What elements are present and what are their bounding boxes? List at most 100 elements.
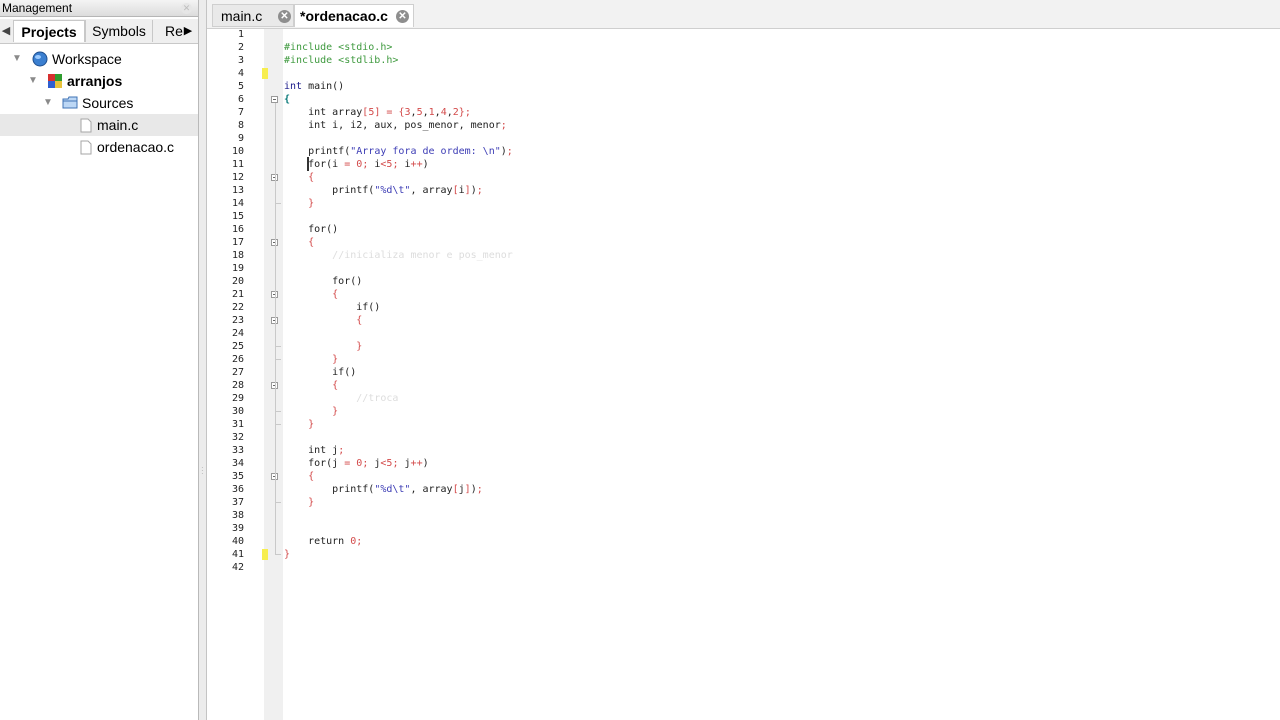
code-editor[interactable] — [283, 29, 1280, 720]
fold-end-mark — [275, 411, 281, 412]
line-number: 24 — [231, 328, 244, 339]
code-line[interactable]: if() — [284, 366, 356, 379]
code-line[interactable]: return 0; — [284, 535, 362, 548]
editor-tab-bar: main.c ✕ *ordenacao.c ✕ — [207, 0, 1280, 29]
tree-item-workspace[interactable]: ▼ Workspace — [0, 48, 198, 70]
expand-arrow-icon[interactable]: ▼ — [43, 92, 53, 114]
marker-margin — [264, 29, 283, 720]
code-line[interactable]: int i, i2, aux, pos_menor, menor; — [284, 119, 507, 132]
line-number: 36 — [231, 484, 244, 495]
expand-arrow-icon[interactable]: ▼ — [12, 48, 22, 70]
code-line[interactable]: //inicializa menor e pos_menor — [284, 249, 513, 262]
panel-splitter[interactable] — [199, 0, 207, 720]
line-number: 13 — [231, 185, 244, 196]
tree-item-sources[interactable]: ▼ Sources — [0, 92, 198, 114]
code-line[interactable]: { — [284, 470, 314, 483]
file-icon — [80, 140, 92, 155]
code-line[interactable]: } — [284, 197, 314, 210]
tab-symbols[interactable]: Symbols — [85, 20, 152, 42]
close-tab-icon[interactable]: ✕ — [278, 10, 291, 23]
line-number: 31 — [231, 419, 244, 430]
fold-end-mark — [275, 203, 281, 204]
close-icon[interactable]: ✕ — [181, 3, 192, 14]
folder-icon — [62, 96, 78, 109]
fold-end-mark — [275, 359, 281, 360]
tree-item-label: main.c — [97, 117, 139, 133]
code-line[interactable]: } — [284, 353, 338, 366]
code-line[interactable]: { — [284, 288, 338, 301]
text-cursor — [307, 157, 309, 171]
management-panel: Management ✕ ◀ Projects Symbols Re ▶ ▼ W… — [0, 0, 199, 720]
tree-item-label: ordenacao.c — [97, 139, 175, 155]
line-number: 32 — [231, 432, 244, 443]
tree-item-arranjos[interactable]: ▼ arranjos — [0, 70, 198, 92]
fold-end-mark — [275, 502, 281, 503]
code-line[interactable]: printf("%d\t", array[j]); — [284, 483, 483, 496]
change-marker — [262, 549, 268, 560]
management-title-label: Management — [2, 1, 73, 15]
tab-label: main.c — [221, 8, 263, 24]
line-number: 5 — [237, 81, 244, 92]
code-line[interactable]: for() — [284, 275, 362, 288]
code-line[interactable]: for() — [284, 223, 338, 236]
line-number: 41 — [231, 549, 244, 560]
tab-ordenacao-c[interactable]: *ordenacao.c ✕ — [294, 4, 414, 27]
tree-item-label: arranjos — [67, 73, 123, 89]
fold-toggle-icon[interactable] — [271, 96, 278, 103]
code-line[interactable]: } — [284, 496, 314, 509]
tab-main-c[interactable]: main.c ✕ — [212, 4, 294, 27]
splitter-grip-icon[interactable]: · · · — [201, 464, 204, 478]
line-number: 14 — [231, 198, 244, 209]
code-line[interactable]: } — [284, 548, 290, 561]
line-number: 16 — [231, 224, 244, 235]
tab-resources[interactable]: Re — [152, 20, 183, 42]
code-line[interactable]: for(j = 0; j<5; j++) — [284, 457, 429, 470]
code-line[interactable]: int main() — [284, 80, 344, 93]
tree-item-ordenacao-c[interactable]: ordenacao.c — [0, 136, 198, 158]
code-line[interactable]: #include <stdlib.h> — [284, 54, 398, 67]
fold-end-mark — [275, 554, 281, 555]
line-number: 28 — [231, 380, 244, 391]
expand-arrow-icon[interactable]: ▼ — [28, 70, 38, 92]
line-number: 23 — [231, 315, 244, 326]
code-line[interactable]: } — [284, 405, 338, 418]
line-number: 38 — [231, 510, 244, 521]
line-number: 35 — [231, 471, 244, 482]
line-number: 15 — [231, 211, 244, 222]
line-number: 22 — [231, 302, 244, 313]
code-line[interactable]: { — [284, 314, 362, 327]
line-number: 17 — [231, 237, 244, 248]
code-line[interactable]: } — [284, 418, 314, 431]
tree-item-main-c[interactable]: main.c — [0, 114, 198, 136]
code-line[interactable]: { — [284, 379, 338, 392]
close-tab-icon[interactable]: ✕ — [396, 10, 409, 23]
code-line[interactable]: #include <stdio.h> — [284, 41, 392, 54]
line-number: 12 — [231, 172, 244, 183]
code-line[interactable]: { — [284, 171, 314, 184]
code-line[interactable]: } — [284, 340, 362, 353]
line-number: 42 — [231, 562, 244, 573]
code-line[interactable]: { — [284, 236, 314, 249]
scroll-right-icon[interactable]: ▶ — [182, 20, 194, 42]
line-number: 6 — [237, 94, 244, 105]
code-line[interactable]: int array[5] = {3,5,1,4,2}; — [284, 106, 471, 119]
code-line[interactable]: for(i = 0; i<5; i++) — [284, 158, 429, 171]
line-number: 18 — [231, 250, 244, 261]
line-number: 4 — [237, 68, 244, 79]
line-number: 8 — [237, 120, 244, 131]
code-line[interactable]: printf("%d\t", array[i]); — [284, 184, 483, 197]
code-line[interactable]: int j; — [284, 444, 344, 457]
line-number: 33 — [231, 445, 244, 456]
scroll-left-icon[interactable]: ◀ — [0, 20, 12, 42]
line-number: 9 — [237, 133, 244, 144]
code-line[interactable]: { — [284, 93, 290, 106]
line-number: 40 — [231, 536, 244, 547]
fold-end-mark — [275, 346, 281, 347]
code-line[interactable]: //troca — [284, 392, 398, 405]
line-number: 26 — [231, 354, 244, 365]
management-tabs: ◀ Projects Symbols Re ▶ — [0, 19, 198, 44]
code-line[interactable]: if() — [284, 301, 380, 314]
code-line[interactable]: printf("Array fora de ordem: \n"); — [284, 145, 513, 158]
line-number: 3 — [237, 55, 244, 66]
tab-projects[interactable]: Projects — [13, 20, 85, 42]
